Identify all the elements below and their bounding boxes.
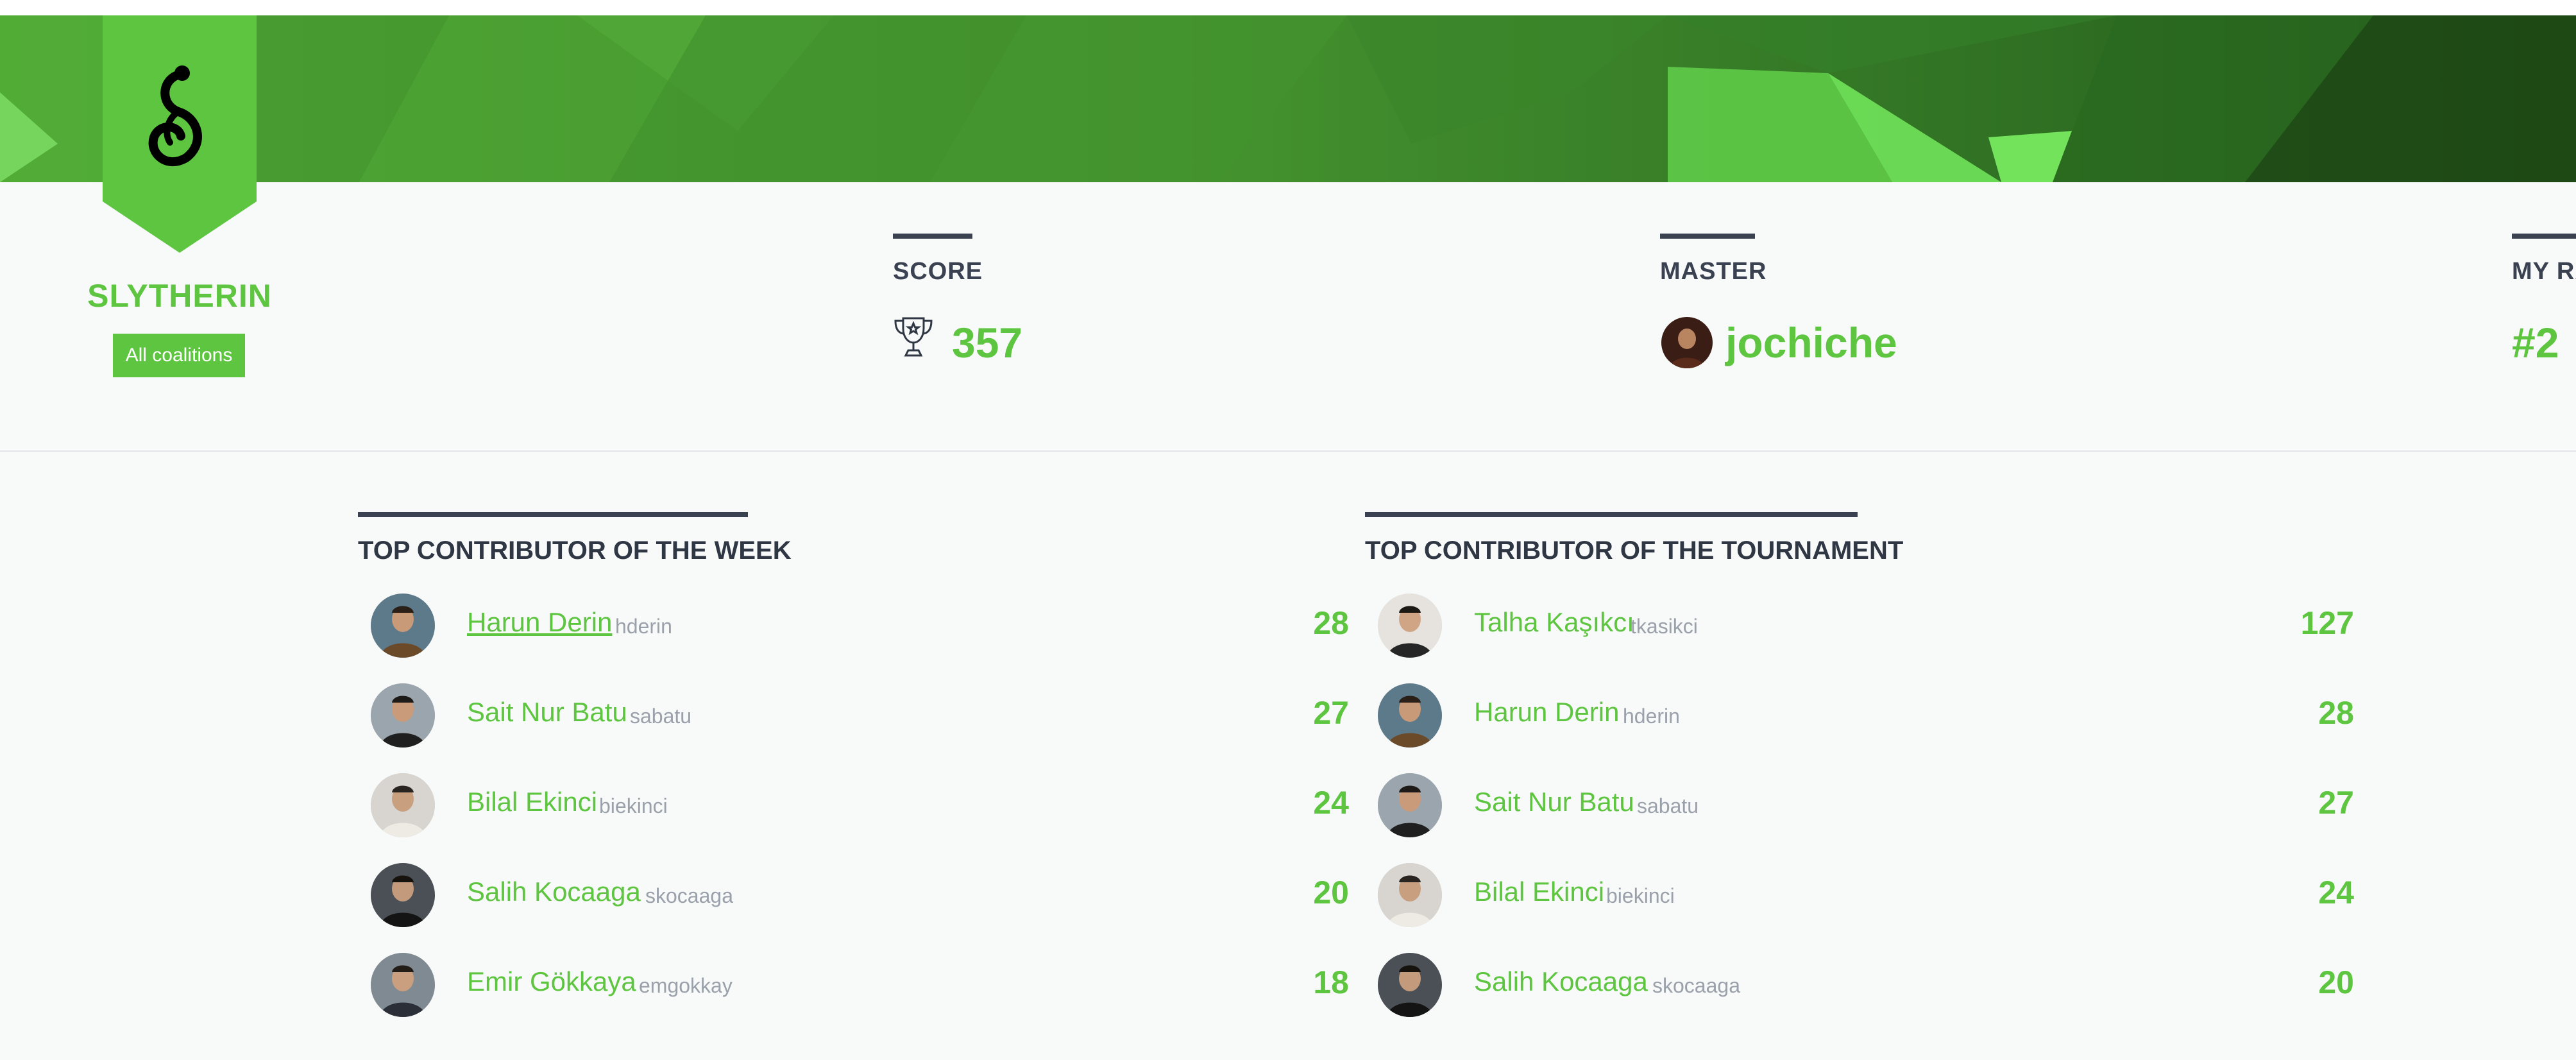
avatar[interactable] (371, 683, 435, 748)
rank-value: #2 (2512, 319, 2559, 366)
all-coalitions-button[interactable]: All coalitions (113, 334, 245, 377)
contributor-login: skocaaga (1652, 974, 1740, 997)
master-name[interactable]: jochiche (1725, 318, 1897, 367)
contributor-name[interactable]: Talha Kaşıkcı (1474, 607, 1634, 638)
list-item: Sait Nur Batu sabatu 27 (358, 680, 1349, 751)
list-item: Salih Kocaaga skocaaga 20 (358, 860, 1349, 930)
contributor-score: 24 (1313, 785, 1349, 821)
list-item: Harun Derin hderin 28 (1365, 680, 2354, 751)
contributor-name[interactable]: Salih Kocaaga (467, 876, 641, 907)
contributor-score: 24 (2318, 875, 2354, 910)
contributor-login: skocaaga (645, 884, 733, 907)
score-value: 357 (952, 319, 1023, 366)
list-item: Harun Derin hderin 28 (358, 590, 1349, 661)
avatar[interactable] (371, 594, 435, 658)
coalition-banner (0, 15, 2576, 182)
contributor-login: sabatu (1637, 794, 1699, 817)
coalition-info (0, 182, 2576, 452)
contributor-login: biekinci (1606, 884, 1675, 907)
contributor-score: 127 (2300, 605, 2354, 641)
contributor-name[interactable]: Harun Derin (1474, 697, 1619, 728)
avatar[interactable] (371, 953, 435, 1017)
contributor-name[interactable]: Sait Nur Batu (1474, 787, 1634, 817)
contributor-score: 27 (1313, 695, 1349, 731)
contributor-name[interactable]: Sait Nur Batu (467, 697, 627, 728)
contributor-login: hderin (615, 615, 672, 638)
contributor-name[interactable]: Harun Derin (467, 607, 612, 638)
contributor-login: tkasikci (1631, 615, 1698, 638)
week-title: TOP CONTRIBUTOR OF THE WEEK (358, 536, 792, 565)
list-item: Emir Gökkaya emgokkay 18 (358, 950, 1349, 1020)
contributor-score: 20 (2318, 964, 2354, 1000)
contributor-score: 28 (2318, 695, 2354, 731)
tournament-rule (1365, 512, 1858, 517)
master-avatar[interactable] (1661, 317, 1713, 368)
contributor-login: biekinci (599, 794, 668, 817)
avatar[interactable] (1378, 594, 1442, 658)
tournament-title: TOP CONTRIBUTOR OF THE TOURNAMENT (1365, 536, 1904, 565)
top-strip (0, 0, 2576, 15)
week-rule (358, 512, 748, 517)
coalition-flag (103, 15, 257, 253)
contributor-login: emgokkay (639, 974, 733, 997)
banner-pattern (0, 15, 2576, 182)
avatar[interactable] (371, 863, 435, 927)
contributor-score: 28 (1313, 605, 1349, 641)
contributor-score: 27 (2318, 785, 2354, 821)
score-label: SCORE (893, 258, 983, 285)
score-rule (893, 234, 972, 239)
contributor-name[interactable]: Salih Kocaaga (1474, 966, 1648, 997)
avatar[interactable] (371, 773, 435, 837)
list-item: Talha Kaşıkcı tkasikci 127 (1365, 590, 2354, 661)
contributor-name[interactable]: Emir Gökkaya (467, 966, 636, 997)
list-item: Sait Nur Batu sabatu 27 (1365, 770, 2354, 841)
contributor-score: 18 (1313, 964, 1349, 1000)
contributor-score: 20 (1313, 875, 1349, 910)
list-item: Bilal Ekinci biekinci 24 (358, 770, 1349, 841)
avatar[interactable] (1378, 683, 1442, 748)
avatar[interactable] (1378, 863, 1442, 927)
coalition-name: SLYTHERIN (87, 278, 272, 314)
avatar[interactable] (1378, 953, 1442, 1017)
contributor-name[interactable]: Bilal Ekinci (467, 787, 597, 817)
contributor-login: hderin (1623, 705, 1680, 728)
contributor-name[interactable]: Bilal Ekinci (1474, 876, 1604, 907)
trophy-icon (894, 317, 933, 357)
rank-label: MY RA (2512, 258, 2576, 285)
master-rule (1660, 234, 1755, 239)
contributor-login: sabatu (630, 705, 692, 728)
list-item: Salih Kocaaga skocaaga 20 (1365, 950, 2354, 1020)
rank-rule (2512, 234, 2576, 239)
list-item: Bilal Ekinci biekinci 24 (1365, 860, 2354, 930)
avatar[interactable] (1378, 773, 1442, 837)
master-label: MASTER (1660, 258, 1767, 285)
